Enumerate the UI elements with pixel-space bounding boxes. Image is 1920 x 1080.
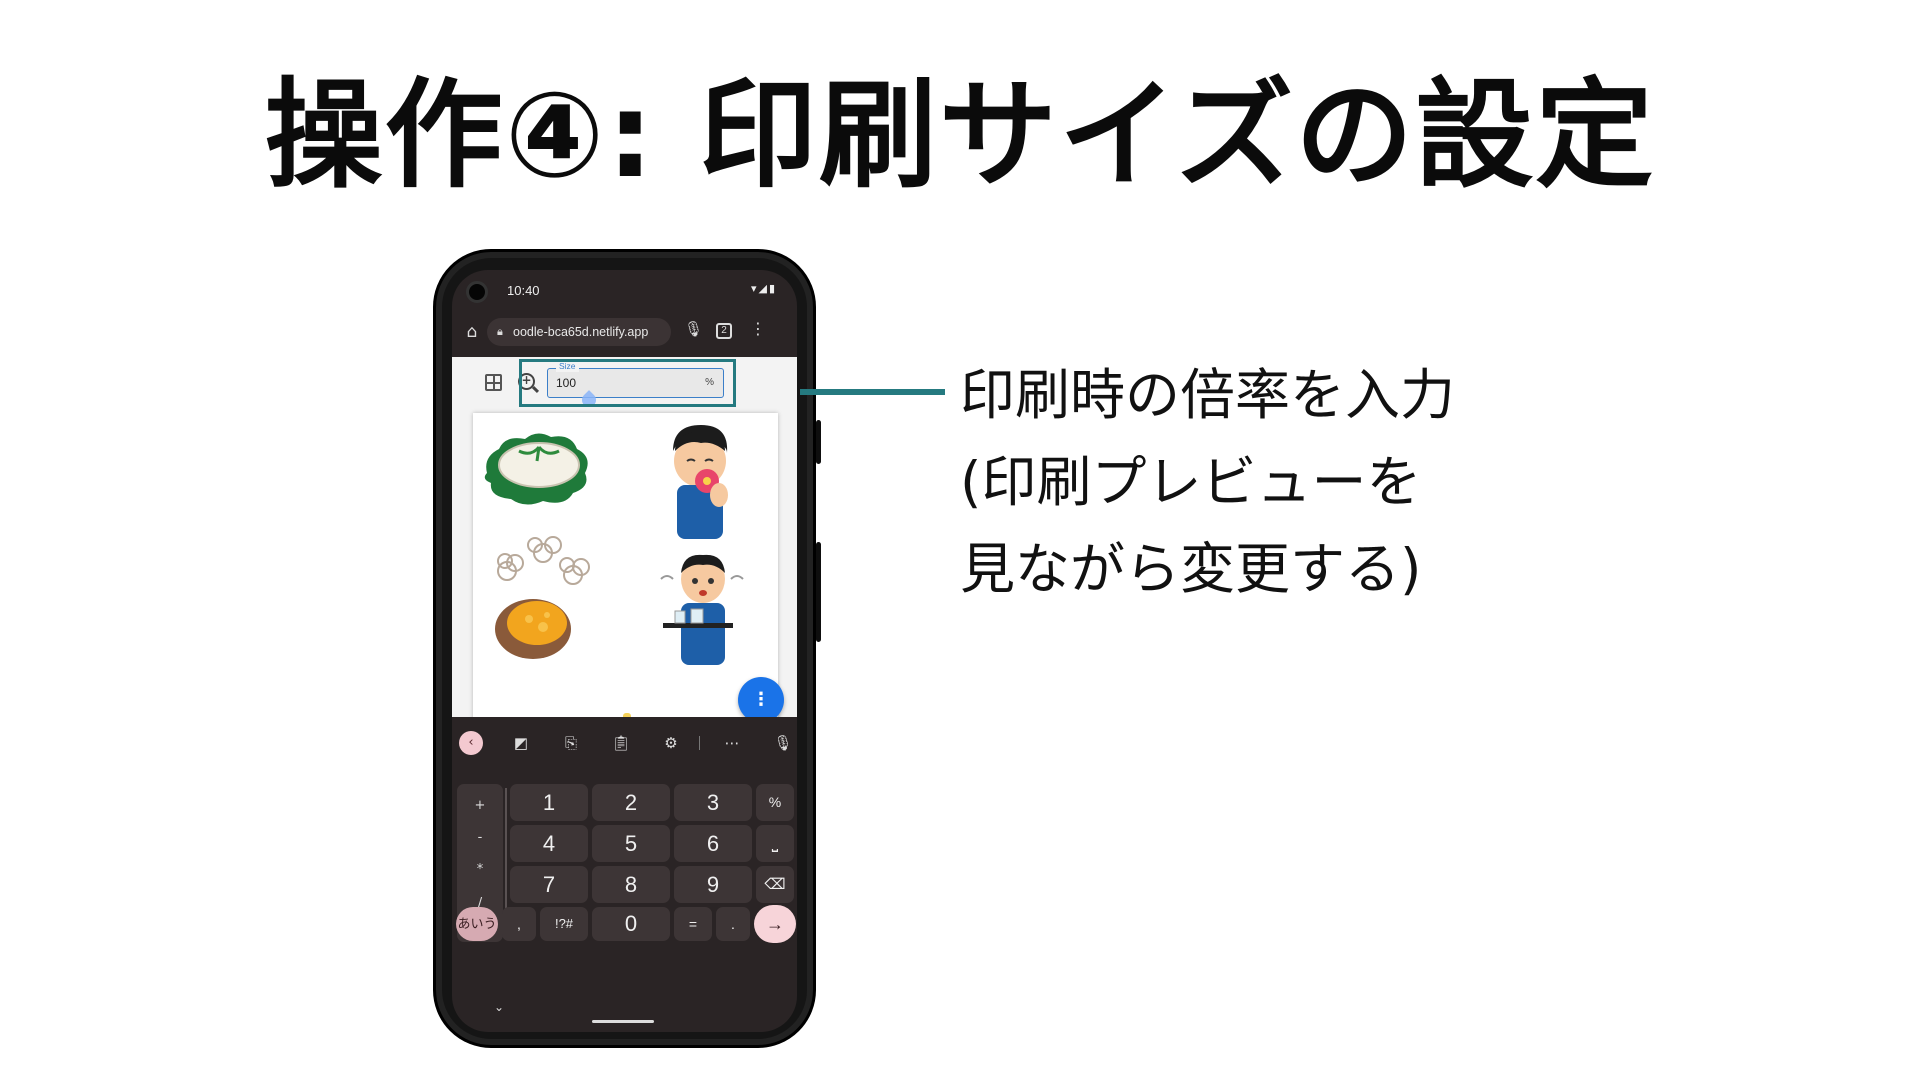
key-6[interactable]: 6 — [674, 825, 752, 862]
grid-layout-icon[interactable] — [485, 374, 502, 391]
address-bar[interactable]: 🔒︎ oodle-bca65d.netlify.app — [487, 318, 671, 346]
key-8[interactable]: 8 — [592, 866, 670, 903]
translate-icon[interactable]: ⎘ — [559, 731, 583, 755]
key-5[interactable]: 5 — [592, 825, 670, 862]
sweet-potato-illustration — [495, 536, 590, 659]
period-key[interactable]: . — [716, 907, 750, 941]
slide-title: 操作④: 印刷サイズの設定 — [264, 66, 1656, 204]
battery-icon: ▮ — [768, 282, 777, 295]
space-icon: ⎵ — [771, 835, 779, 852]
phone-screen: 10:40 ▾◢▮ ⌂ 🔒︎ oodle-bca65d.netlify.app … — [452, 270, 797, 1032]
volume-button — [816, 542, 821, 642]
status-time: 10:40 — [507, 283, 540, 298]
key-3[interactable]: 3 — [674, 784, 752, 821]
fries-illustration — [623, 713, 647, 717]
web-page: + Size 100 % ⋮ — [452, 357, 797, 717]
plus-key[interactable]: + — [457, 798, 503, 813]
keyboard-toolbar: ‹ ◩ ⎘ 📋︎ ⚙ ⋯ 🎙︎ — [452, 726, 797, 760]
size-input-highlight — [519, 359, 736, 407]
voice-input-icon[interactable]: 🎙︎ — [771, 731, 795, 755]
keyboard-resize-icon[interactable]: ◩ — [509, 731, 533, 755]
boy-with-flower-illustration — [673, 425, 728, 539]
gesture-nav-bar[interactable] — [592, 1020, 654, 1023]
multiply-key[interactable]: * — [457, 862, 503, 877]
key-1[interactable]: 1 — [510, 784, 588, 821]
signal-icon: ◢ — [758, 282, 769, 295]
space-key[interactable]: ⎵ — [756, 825, 794, 862]
enter-key[interactable]: → — [754, 905, 796, 943]
keyboard-back-icon[interactable]: ‹ — [459, 731, 483, 755]
symbols-key[interactable]: !?# — [540, 907, 588, 941]
comma-key[interactable]: , — [502, 907, 536, 941]
kana-mode-key[interactable]: あいう — [456, 907, 498, 941]
settings-gear-icon[interactable]: ⚙ — [659, 731, 683, 755]
more-horizontal-icon[interactable]: ⋯ — [720, 731, 744, 755]
phone-mockup: 10:40 ▾◢▮ ⌂ 🔒︎ oodle-bca65d.netlify.app … — [433, 249, 821, 1048]
annotation-line-1: 印刷時の倍率を入力 — [960, 363, 1456, 427]
clipboard-icon[interactable]: 📋︎ — [609, 731, 633, 755]
key-9[interactable]: 9 — [674, 866, 752, 903]
arrow-right-icon: → — [766, 914, 784, 934]
power-button — [816, 420, 821, 464]
address-bar-url: oodle-bca65d.netlify.app — [513, 325, 649, 339]
status-bar: 10:40 ▾◢▮ — [452, 270, 797, 308]
status-icons: ▾◢▮ — [751, 282, 777, 295]
browser-toolbar: ⌂ 🔒︎ oodle-bca65d.netlify.app 🎙︎ 2 ⋮ — [452, 316, 797, 348]
key-7[interactable]: 7 — [510, 866, 588, 903]
kashiwa-mochi-illustration — [484, 433, 588, 505]
percent-key[interactable]: % — [756, 784, 794, 821]
key-4[interactable]: 4 — [510, 825, 588, 862]
key-2[interactable]: 2 — [592, 784, 670, 821]
hide-keyboard-icon[interactable]: ⌄ — [494, 1000, 504, 1014]
tab-switcher-button[interactable]: 2 — [716, 323, 732, 339]
minus-key[interactable]: - — [457, 830, 503, 845]
browser-menu-icon[interactable]: ⋮ — [750, 319, 766, 338]
more-options-fab[interactable]: ⋮ — [738, 677, 784, 717]
annotation-line-2: (印刷プレビューを — [960, 450, 1422, 514]
print-preview-page — [473, 413, 778, 717]
front-camera — [466, 281, 488, 303]
mic-icon[interactable]: 🎙︎ — [684, 320, 703, 338]
annotation-line-3: 見ながら変更する) — [960, 537, 1422, 601]
key-0[interactable]: 0 — [592, 907, 670, 941]
annotation-connector-line — [800, 389, 945, 395]
equals-key[interactable]: = — [674, 907, 712, 941]
more-vert-icon: ⋮ — [752, 689, 770, 710]
backspace-key[interactable]: ⌫ — [756, 866, 794, 903]
backspace-icon: ⌫ — [764, 876, 786, 893]
annotation-text: 印刷時の倍率を入力 (印刷プレビューを 見ながら変更する) — [960, 352, 1660, 613]
home-icon[interactable]: ⌂ — [460, 320, 484, 344]
man-with-tray-illustration — [660, 554, 744, 665]
keyboard-toolbar-divider — [699, 736, 700, 750]
lock-icon: 🔒︎ — [497, 326, 503, 338]
